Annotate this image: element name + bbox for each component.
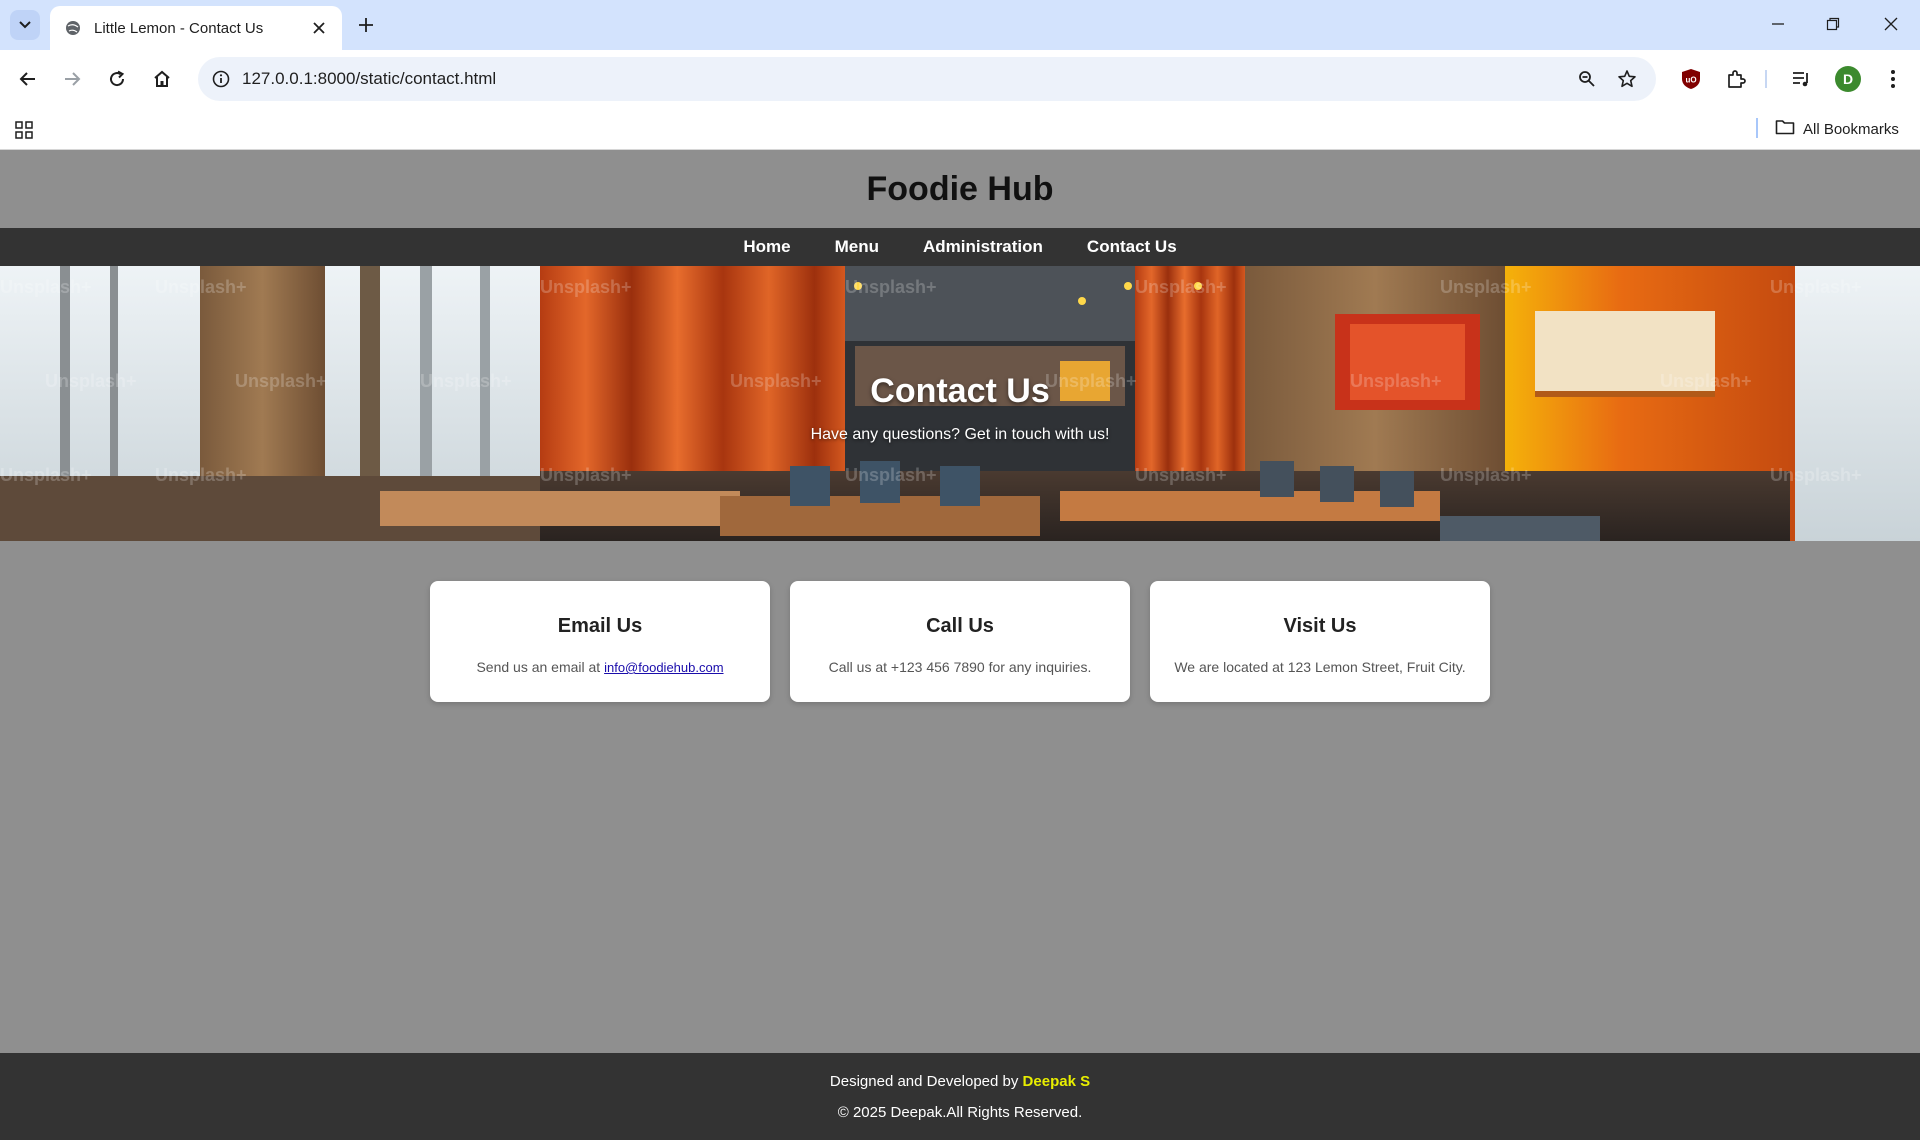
footer-credit-prefix: Designed and Developed by: [829, 1073, 1023, 1090]
nav-link-home[interactable]: Home: [721, 237, 812, 257]
nav-link-menu[interactable]: Menu: [813, 237, 901, 257]
call-card: Call Us Call us at +123 456 7890 for any…: [790, 581, 1130, 702]
email-card-prefix: Send us an email at: [476, 659, 605, 675]
restore-icon[interactable]: [1810, 6, 1856, 42]
plus-icon[interactable]: [351, 10, 381, 40]
media-icon[interactable]: [1786, 64, 1816, 94]
hero-banner: Unsplash+ Unsplash+ Unsplash+ Unsplash+ Unsp…: [0, 266, 1920, 541]
window-close-icon[interactable]: [1868, 6, 1914, 42]
extensions-icon[interactable]: [1721, 64, 1751, 94]
back-icon[interactable]: [13, 64, 43, 94]
tab-list-icon[interactable]: [10, 10, 40, 40]
site-nav: Home Menu Administration Contact Us: [0, 228, 1920, 266]
bookmarks-bar: All Bookmarks: [0, 108, 1920, 150]
nav-link-contact-us[interactable]: Contact Us: [1065, 237, 1199, 257]
minimize-icon[interactable]: [1755, 6, 1801, 42]
menu-icon[interactable]: [1878, 64, 1908, 94]
footer-copyright: © 2025 Deepak.All Rights Reserved.: [837, 1104, 1083, 1121]
browser-tab[interactable]: Little Lemon - Contact Us: [50, 6, 342, 50]
url-text: 127.0.0.1:8000/static/contact.html: [242, 69, 497, 88]
visit-card-title: Visit Us: [1283, 615, 1357, 637]
call-card-title: Call Us: [926, 615, 994, 637]
address-bar[interactable]: 127.0.0.1:8000/static/contact.html: [198, 57, 1656, 101]
toolbar-divider: [1765, 70, 1767, 88]
email-link[interactable]: info@foodiehub.com: [604, 660, 723, 675]
site-header: Foodie Hub: [0, 151, 1920, 228]
bookmarks-divider: [1756, 118, 1758, 138]
svg-text:uO: uO: [1685, 76, 1696, 85]
info-icon[interactable]: [206, 64, 236, 94]
home-icon[interactable]: [147, 64, 177, 94]
call-card-text: Call us at +123 456 7890 for any inquiri…: [828, 659, 1092, 675]
email-card: Email Us Send us an email at info@foodie…: [430, 581, 770, 702]
hero-title: Contact Us: [870, 372, 1050, 410]
forward-icon[interactable]: [57, 64, 87, 94]
hero-text: Contact Us Have any questions? Get in to…: [0, 266, 1920, 541]
tab-title: Little Lemon - Contact Us: [94, 19, 264, 37]
all-bookmarks-button[interactable]: All Bookmarks: [1775, 114, 1899, 144]
email-card-text: Send us an email at info@foodiehub.com: [430, 659, 770, 675]
site-footer: Designed and Developed by Deepak S © 202…: [0, 1053, 1920, 1140]
visit-card-text: We are located at 123 Lemon Street, Frui…: [1174, 659, 1466, 675]
hero-subtitle: Have any questions? Get in touch with us…: [810, 426, 1110, 443]
nav-link-administration[interactable]: Administration: [901, 237, 1065, 257]
email-card-title: Email Us: [557, 615, 643, 637]
all-bookmarks-label: All Bookmarks: [1803, 120, 1899, 138]
apps-icon[interactable]: [10, 116, 38, 144]
visit-card: Visit Us We are located at 123 Lemon Str…: [1150, 581, 1490, 702]
browser-tab-bar: Little Lemon - Contact Us: [0, 0, 1920, 50]
globe-icon: [64, 19, 82, 37]
ublock-icon[interactable]: uO: [1676, 64, 1706, 94]
avatar[interactable]: D: [1835, 66, 1861, 92]
close-icon[interactable]: [308, 17, 330, 39]
reload-icon[interactable]: [102, 64, 132, 94]
contact-cards: Email Us Send us an email at info@foodie…: [430, 581, 1490, 702]
browser-toolbar: 127.0.0.1:8000/static/contact.html uO D: [0, 50, 1920, 108]
folder-icon: [1775, 119, 1795, 139]
star-icon[interactable]: [1612, 64, 1642, 94]
site-title: Foodie Hub: [866, 170, 1054, 208]
web-page: Foodie Hub Home Menu Administration Cont…: [0, 151, 1920, 1140]
zoom-icon[interactable]: [1572, 64, 1602, 94]
footer-credit: Designed and Developed by Deepak S: [0, 1073, 1920, 1090]
footer-author: Deepak S: [1022, 1073, 1091, 1090]
